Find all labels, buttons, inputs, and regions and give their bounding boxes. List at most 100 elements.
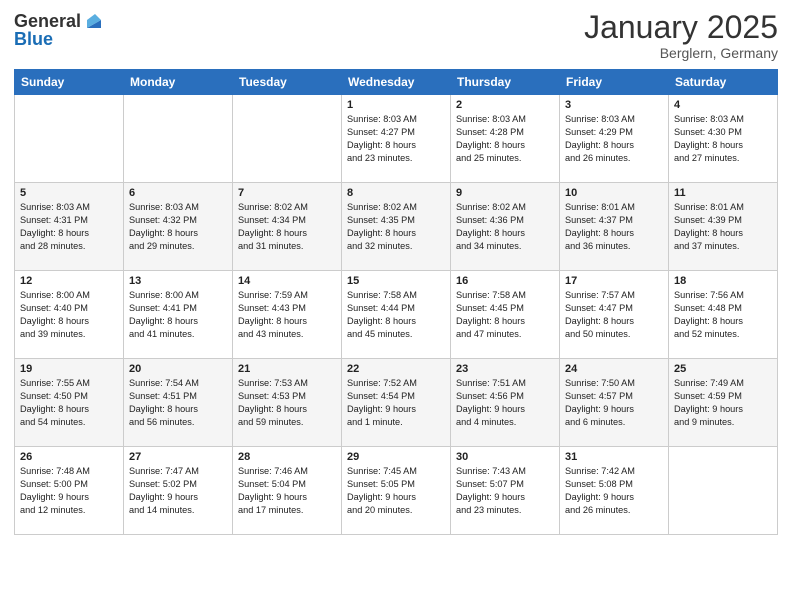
table-row: 10 Sunrise: 8:01 AMSunset: 4:37 PMDayligh…: [560, 183, 669, 271]
table-row: 13 Sunrise: 8:00 AMSunset: 4:41 PMDayligh…: [124, 271, 233, 359]
header-friday: Friday: [560, 70, 669, 95]
table-row: 22 Sunrise: 7:52 AMSunset: 4:54 PMDayligh…: [342, 359, 451, 447]
table-row: 16 Sunrise: 7:58 AMSunset: 4:45 PMDayligh…: [451, 271, 560, 359]
day-number: 18: [674, 275, 772, 287]
day-number: 15: [347, 275, 445, 287]
table-row: 20 Sunrise: 7:54 AMSunset: 4:51 PMDayligh…: [124, 359, 233, 447]
day-info: Sunrise: 7:59 AMSunset: 4:43 PMDaylight:…: [238, 289, 336, 341]
table-row: [15, 95, 124, 183]
day-number: 29: [347, 451, 445, 463]
day-number: 2: [456, 99, 554, 111]
day-number: 16: [456, 275, 554, 287]
calendar-week-row: 26Sunrise: 7:48 AMSunset: 5:00 PMDayligh…: [15, 447, 778, 535]
table-row: 18 Sunrise: 7:56 AMSunset: 4:48 PMDayligh…: [669, 271, 778, 359]
day-info: Sunrise: 8:03 AMSunset: 4:27 PMDaylight:…: [347, 113, 445, 165]
day-info: Sunrise: 7:42 AMSunset: 5:08 PMDaylight:…: [565, 465, 663, 517]
day-info: Sunrise: 7:53 AMSunset: 4:53 PMDaylight:…: [238, 377, 336, 429]
table-row: 3 Sunrise: 8:03 AMSunset: 4:29 PMDaylight…: [560, 95, 669, 183]
header-saturday: Saturday: [669, 70, 778, 95]
day-info: Sunrise: 7:51 AMSunset: 4:56 PMDaylight:…: [456, 377, 554, 429]
table-row: 2 Sunrise: 8:03 AMSunset: 4:28 PMDaylight…: [451, 95, 560, 183]
table-row: 29 Sunrise: 7:45 AMSunset: 5:05 PMDayligh…: [342, 447, 451, 535]
calendar-week-row: 12 Sunrise: 8:00 AMSunset: 4:40 PMDayligh…: [15, 271, 778, 359]
table-row: 23 Sunrise: 7:51 AMSunset: 4:56 PMDayligh…: [451, 359, 560, 447]
day-info: Sunrise: 8:03 AMSunset: 4:32 PMDaylight:…: [129, 201, 227, 253]
day-number: 27: [129, 451, 227, 463]
table-row: 26Sunrise: 7:48 AMSunset: 5:00 PMDayligh…: [15, 447, 124, 535]
day-info: Sunrise: 8:02 AMSunset: 4:35 PMDaylight:…: [347, 201, 445, 253]
day-info: Sunrise: 7:50 AMSunset: 4:57 PMDaylight:…: [565, 377, 663, 429]
header-sunday: Sunday: [15, 70, 124, 95]
day-number: 25: [674, 363, 772, 375]
logo-icon: [83, 10, 105, 32]
day-number: 8: [347, 187, 445, 199]
day-info: Sunrise: 7:46 AMSunset: 5:04 PMDaylight:…: [238, 465, 336, 517]
table-row: 7 Sunrise: 8:02 AMSunset: 4:34 PMDaylight…: [233, 183, 342, 271]
table-row: 8 Sunrise: 8:02 AMSunset: 4:35 PMDaylight…: [342, 183, 451, 271]
table-row: 31 Sunrise: 7:42 AMSunset: 5:08 PMDayligh…: [560, 447, 669, 535]
day-number: 4: [674, 99, 772, 111]
day-info: Sunrise: 7:43 AMSunset: 5:07 PMDaylight:…: [456, 465, 554, 517]
day-number: 20: [129, 363, 227, 375]
day-info: Sunrise: 8:00 AMSunset: 4:40 PMDaylight:…: [20, 289, 118, 341]
table-row: [124, 95, 233, 183]
page: General Blue January 2025 Berglern, Germ…: [0, 0, 792, 612]
day-number: 22: [347, 363, 445, 375]
day-number: 3: [565, 99, 663, 111]
day-info: Sunrise: 8:03 AMSunset: 4:28 PMDaylight:…: [456, 113, 554, 165]
day-number: 23: [456, 363, 554, 375]
day-info: Sunrise: 7:45 AMSunset: 5:05 PMDaylight:…: [347, 465, 445, 517]
calendar-header-row: Sunday Monday Tuesday Wednesday Thursday…: [15, 70, 778, 95]
calendar-week-row: 5 Sunrise: 8:03 AMSunset: 4:31 PMDaylight…: [15, 183, 778, 271]
table-row: 11Sunrise: 8:01 AMSunset: 4:39 PMDayligh…: [669, 183, 778, 271]
table-row: 25Sunrise: 7:49 AMSunset: 4:59 PMDayligh…: [669, 359, 778, 447]
day-info: Sunrise: 7:47 AMSunset: 5:02 PMDaylight:…: [129, 465, 227, 517]
calendar-week-row: 1 Sunrise: 8:03 AMSunset: 4:27 PMDaylight…: [15, 95, 778, 183]
header-monday: Monday: [124, 70, 233, 95]
day-info: Sunrise: 7:52 AMSunset: 4:54 PMDaylight:…: [347, 377, 445, 429]
day-number: 6: [129, 187, 227, 199]
day-number: 30: [456, 451, 554, 463]
day-info: Sunrise: 8:01 AMSunset: 4:37 PMDaylight:…: [565, 201, 663, 253]
table-row: 21Sunrise: 7:53 AMSunset: 4:53 PMDayligh…: [233, 359, 342, 447]
day-number: 10: [565, 187, 663, 199]
day-number: 13: [129, 275, 227, 287]
day-info: Sunrise: 7:58 AMSunset: 4:44 PMDaylight:…: [347, 289, 445, 341]
table-row: [233, 95, 342, 183]
table-row: 19 Sunrise: 7:55 AMSunset: 4:50 PMDayligh…: [15, 359, 124, 447]
table-row: [669, 447, 778, 535]
table-row: 27 Sunrise: 7:47 AMSunset: 5:02 PMDayligh…: [124, 447, 233, 535]
month-title: January 2025: [584, 10, 778, 45]
day-number: 9: [456, 187, 554, 199]
day-info: Sunrise: 7:55 AMSunset: 4:50 PMDaylight:…: [20, 377, 118, 429]
table-row: 24Sunrise: 7:50 AMSunset: 4:57 PMDayligh…: [560, 359, 669, 447]
day-number: 5: [20, 187, 118, 199]
day-number: 28: [238, 451, 336, 463]
day-info: Sunrise: 8:03 AMSunset: 4:30 PMDaylight:…: [674, 113, 772, 165]
location-subtitle: Berglern, Germany: [584, 45, 778, 61]
day-info: Sunrise: 8:01 AMSunset: 4:39 PMDaylight:…: [674, 201, 772, 253]
day-info: Sunrise: 8:03 AMSunset: 4:29 PMDaylight:…: [565, 113, 663, 165]
header-tuesday: Tuesday: [233, 70, 342, 95]
day-number: 19: [20, 363, 118, 375]
day-info: Sunrise: 8:00 AMSunset: 4:41 PMDaylight:…: [129, 289, 227, 341]
day-info: Sunrise: 8:02 AMSunset: 4:34 PMDaylight:…: [238, 201, 336, 253]
table-row: 1 Sunrise: 8:03 AMSunset: 4:27 PMDaylight…: [342, 95, 451, 183]
table-row: 28 Sunrise: 7:46 AMSunset: 5:04 PMDayligh…: [233, 447, 342, 535]
day-number: 1: [347, 99, 445, 111]
day-info: Sunrise: 7:54 AMSunset: 4:51 PMDaylight:…: [129, 377, 227, 429]
day-number: 26: [20, 451, 118, 463]
day-info: Sunrise: 7:56 AMSunset: 4:48 PMDaylight:…: [674, 289, 772, 341]
table-row: 6 Sunrise: 8:03 AMSunset: 4:32 PMDaylight…: [124, 183, 233, 271]
table-row: 12 Sunrise: 8:00 AMSunset: 4:40 PMDayligh…: [15, 271, 124, 359]
day-info: Sunrise: 8:02 AMSunset: 4:36 PMDaylight:…: [456, 201, 554, 253]
day-number: 31: [565, 451, 663, 463]
title-block: January 2025 Berglern, Germany: [584, 10, 778, 61]
day-info: Sunrise: 7:58 AMSunset: 4:45 PMDaylight:…: [456, 289, 554, 341]
day-number: 14: [238, 275, 336, 287]
table-row: 17Sunrise: 7:57 AMSunset: 4:47 PMDayligh…: [560, 271, 669, 359]
calendar-week-row: 19 Sunrise: 7:55 AMSunset: 4:50 PMDayligh…: [15, 359, 778, 447]
day-number: 7: [238, 187, 336, 199]
day-info: Sunrise: 8:03 AMSunset: 4:31 PMDaylight:…: [20, 201, 118, 253]
day-number: 12: [20, 275, 118, 287]
